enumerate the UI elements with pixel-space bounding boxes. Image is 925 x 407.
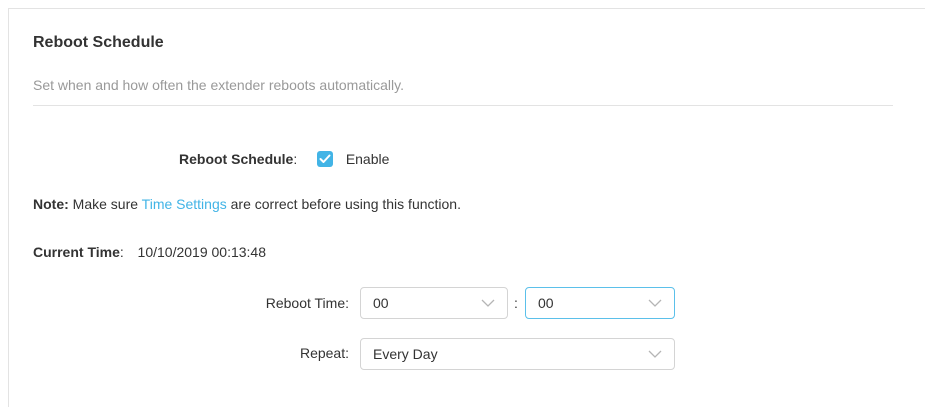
current-time-value: 10/10/2019 00:13:48 xyxy=(137,244,267,260)
reboot-minute-value: 00 xyxy=(538,295,554,311)
repeat-label: Repeat: xyxy=(299,345,349,361)
reboot-schedule-colon: : xyxy=(293,151,298,167)
chevron-down-icon xyxy=(481,299,495,307)
note-prefix: Note: xyxy=(33,196,69,212)
section-divider xyxy=(33,105,893,106)
note-row: Note: Make sure Time Settings are correc… xyxy=(33,195,461,213)
section-title: Reboot Schedule xyxy=(33,34,164,51)
time-separator: : xyxy=(514,295,518,311)
repeat-value: Every Day xyxy=(373,346,438,362)
checkmark-icon xyxy=(319,154,331,163)
current-time-label: Current Time xyxy=(33,244,120,260)
time-settings-link[interactable]: Time Settings xyxy=(142,196,227,212)
reboot-hour-select[interactable]: 00 xyxy=(360,287,508,319)
note-text-after: are correct before using this function. xyxy=(226,196,461,212)
current-time-colon: : xyxy=(119,244,124,260)
reboot-schedule-label: Reboot Schedule xyxy=(179,151,294,167)
note-text-before: Make sure xyxy=(68,196,142,212)
reboot-minute-select[interactable]: 00 xyxy=(525,287,675,319)
chevron-down-icon xyxy=(648,350,662,358)
chevron-down-icon xyxy=(648,299,662,307)
reboot-hour-value: 00 xyxy=(373,295,389,311)
current-time-row: Current Time: 10/10/2019 00:13:48 xyxy=(33,243,266,261)
enable-checkbox-label[interactable]: Enable xyxy=(346,151,390,167)
enable-checkbox[interactable] xyxy=(317,151,334,167)
reboot-schedule-row: Reboot Schedule: Enable xyxy=(179,150,389,168)
reboot-time-label: Reboot Time: xyxy=(265,295,349,311)
section-description: Set when and how often the extender rebo… xyxy=(33,77,404,93)
repeat-select[interactable]: Every Day xyxy=(360,338,675,370)
